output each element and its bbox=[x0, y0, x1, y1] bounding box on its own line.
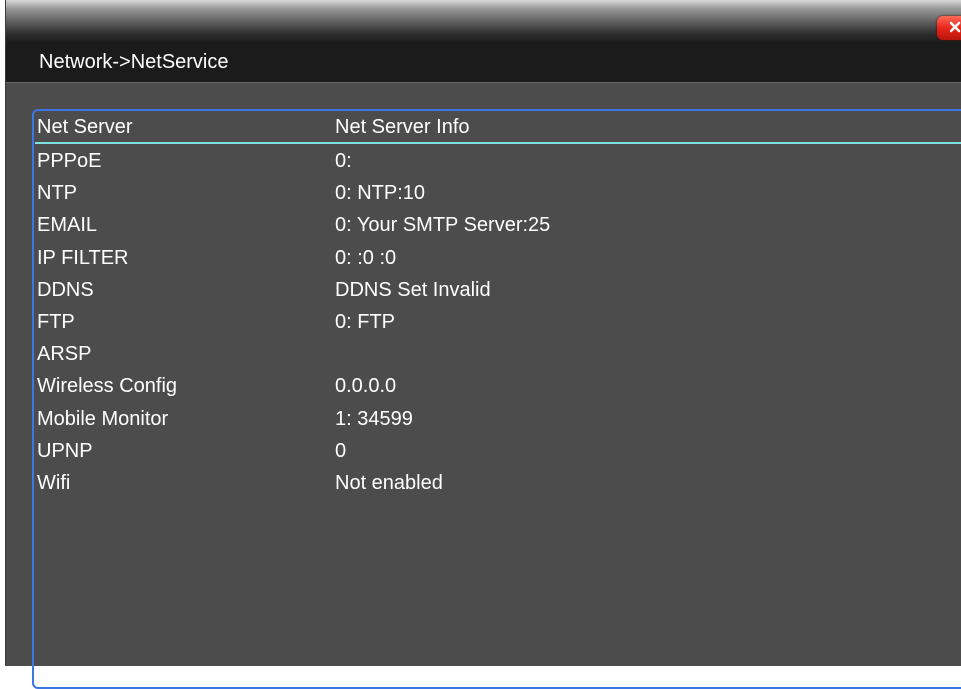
table-row-info[interactable]: Not enabled bbox=[335, 471, 443, 495]
table-row-info[interactable]: 0: Your SMTP Server:25 bbox=[335, 213, 550, 237]
table-row-info[interactable]: 0: bbox=[335, 149, 352, 173]
header-divider bbox=[35, 142, 961, 144]
table-row-name[interactable]: ARSP bbox=[37, 342, 91, 366]
table-row-info[interactable]: DDNS Set Invalid bbox=[335, 278, 491, 302]
table-row-info[interactable]: 0 bbox=[335, 439, 346, 463]
table-row-info[interactable]: 1: 34599 bbox=[335, 407, 413, 431]
header-bar: Network->NetService bbox=[6, 42, 961, 83]
table-row-info[interactable]: 0: NTP:10 bbox=[335, 181, 425, 205]
close-icon bbox=[949, 21, 961, 33]
page-title: Network->NetService bbox=[39, 51, 229, 73]
column-header-net-server[interactable]: Net Server bbox=[37, 115, 133, 139]
title-bar bbox=[6, 0, 961, 42]
net-service-table bbox=[32, 109, 961, 689]
table-row-name[interactable]: Mobile Monitor bbox=[37, 407, 168, 431]
table-row-name[interactable]: FTP bbox=[37, 310, 75, 334]
table-row-name[interactable]: Wireless Config bbox=[37, 374, 177, 398]
table-row-name[interactable]: NTP bbox=[37, 181, 77, 205]
table-row-info[interactable]: 0: FTP bbox=[335, 310, 395, 334]
table-row-info[interactable]: 0.0.0.0 bbox=[335, 374, 396, 398]
table-row-name[interactable]: IP FILTER bbox=[37, 246, 129, 270]
table-row-name[interactable]: PPPoE bbox=[37, 149, 101, 173]
table-row-name[interactable]: UPNP bbox=[37, 439, 93, 463]
table-row-name[interactable]: EMAIL bbox=[37, 213, 97, 237]
table-row-name[interactable]: DDNS bbox=[37, 278, 94, 302]
close-button[interactable] bbox=[937, 16, 961, 40]
column-header-net-server-info[interactable]: Net Server Info bbox=[335, 115, 470, 139]
table-row-info[interactable]: 0: :0 :0 bbox=[335, 246, 396, 270]
table-row-name[interactable]: Wifi bbox=[37, 471, 70, 495]
